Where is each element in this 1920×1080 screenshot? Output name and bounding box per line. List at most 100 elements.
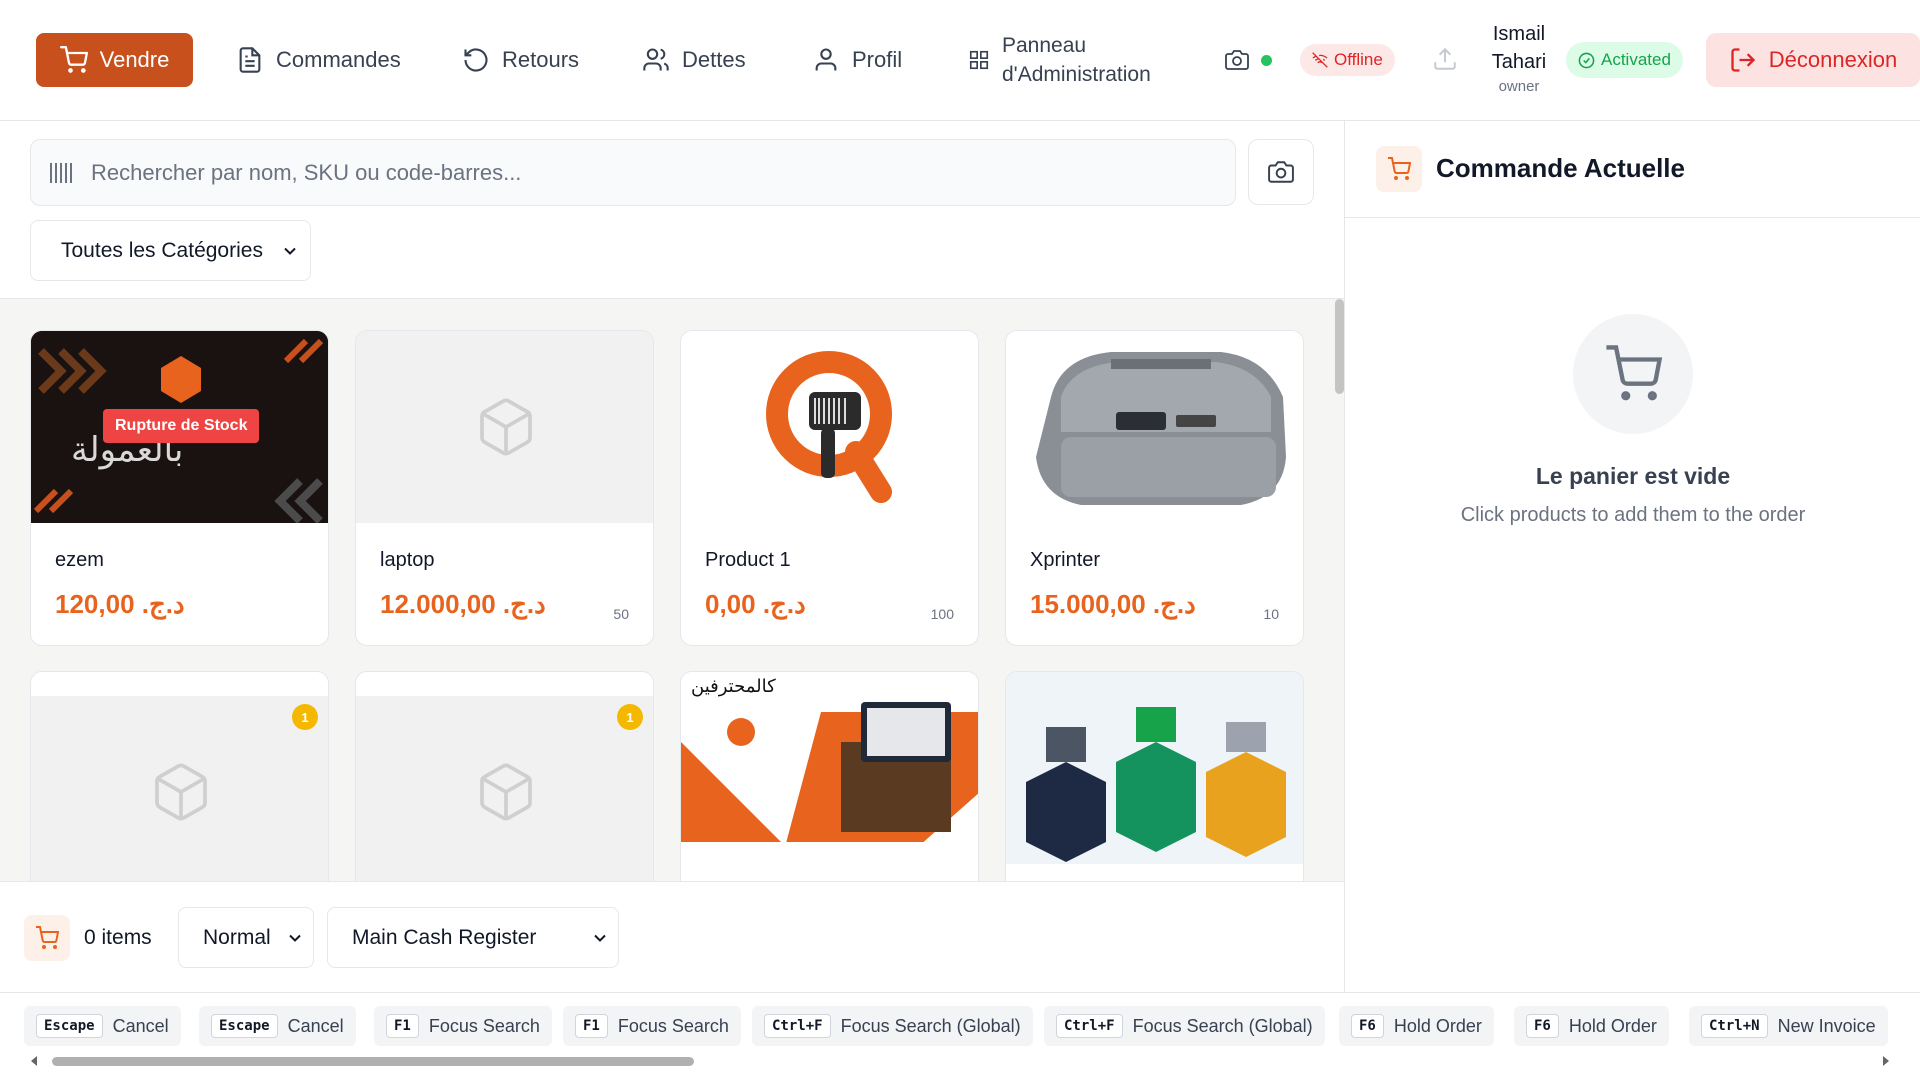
shortcut-key: F1 — [386, 1014, 419, 1038]
shortcuts-horizontal-scrollbar[interactable] — [28, 1053, 1892, 1069]
product-card[interactable] — [1005, 671, 1304, 881]
logout-button[interactable]: Déconnexion — [1706, 33, 1920, 87]
product-card[interactable]: laptop د.ج. 12.000,00 50 — [355, 330, 654, 646]
category-selected-value: Toutes les Catégories — [61, 238, 263, 262]
user-first-name: Ismail — [1492, 23, 1546, 45]
shortcut-key: F1 — [575, 1014, 608, 1038]
scroll-right-arrow-icon[interactable] — [1880, 1055, 1892, 1067]
connection-status-dot — [1261, 54, 1272, 66]
cash-register-select[interactable]: Main Cash Register — [327, 907, 619, 968]
shortcut-chip[interactable]: Ctrl+N New Invoice — [1689, 1006, 1888, 1046]
user-icon — [815, 48, 837, 71]
empty-cart-subtitle: Click products to add them to the order — [1460, 504, 1806, 526]
scroll-left-arrow-icon[interactable] — [28, 1055, 40, 1067]
upload-icon — [1434, 47, 1456, 70]
nav-retours-label: Retours — [502, 47, 580, 72]
shortcut-label: Cancel — [112, 1015, 169, 1036]
current-order-panel: Commande Actuelle Le panier est vide Cli… — [1344, 121, 1920, 992]
out-of-stock-badge: Rupture de Stock — [103, 409, 260, 443]
nav-vendre-label: Vendre — [99, 47, 170, 72]
cart-icon — [59, 46, 88, 73]
product-price: د.ج. 0,00 — [705, 589, 806, 619]
box-icon — [479, 763, 532, 821]
category-select[interactable]: Toutes les Catégories — [30, 220, 311, 281]
quantity-badge: 1 — [617, 704, 643, 730]
cart-summary-icon — [24, 915, 70, 961]
document-icon — [239, 47, 261, 73]
nav-retours-button[interactable]: Retours — [462, 33, 579, 87]
shortcut-label: Focus Search — [428, 1015, 540, 1036]
product-name: Product 1 — [705, 549, 791, 571]
product-card[interactable]: كالمحترفين — [680, 671, 979, 881]
scanner-logo-graphic — [765, 351, 892, 503]
top-navigation-bar: Vendre Commandes Retours Dettes Profil P… — [0, 0, 1920, 121]
order-type-select[interactable]: Normal — [178, 907, 314, 968]
nav-vendre-button[interactable]: Vendre — [36, 33, 193, 87]
grid-icon — [969, 50, 989, 70]
shortcut-chip[interactable]: Ctrl+F Focus Search (Global) — [1044, 1006, 1325, 1046]
user-role: owner — [1498, 78, 1540, 95]
box-icon — [479, 398, 532, 456]
product-card[interactable]: Xprinter د.ج. 15.000,00 10 — [1005, 330, 1304, 646]
shortcut-chip[interactable]: Escape Cancel — [199, 1006, 356, 1046]
product-card[interactable]: 1 — [355, 671, 654, 881]
product-image-placeholder — [31, 696, 328, 881]
empty-cart-title: Le panier est vide — [1535, 463, 1731, 489]
sync-upload-button[interactable] — [1432, 46, 1458, 77]
scan-camera-button[interactable] — [1248, 139, 1314, 205]
order-type-value: Normal — [203, 925, 271, 949]
shortcut-chip[interactable]: F6 Hold Order — [1514, 1006, 1669, 1046]
product-card[interactable]: Product 1 د.ج. 0,00 100 — [680, 330, 979, 646]
shortcut-key: Ctrl+F — [764, 1014, 831, 1038]
nav-profil-button[interactable]: Profil — [812, 33, 902, 87]
empty-cart-illustration — [1573, 314, 1693, 434]
product-card[interactable]: بالعمولة Rupture de Stock ezem د.ج. 120,… — [30, 330, 329, 646]
cart-icon — [1606, 345, 1662, 401]
product-search-box[interactable] — [30, 139, 1236, 206]
current-order-title: Commande Actuelle — [1436, 153, 1685, 183]
shortcut-chip[interactable]: F1 Focus Search — [563, 1006, 741, 1046]
shortcut-chip[interactable]: Escape Cancel — [24, 1006, 181, 1046]
shortcut-chip[interactable]: Ctrl+F Focus Search (Global) — [752, 1006, 1033, 1046]
shortcut-label: Hold Order — [1568, 1015, 1657, 1036]
product-price: د.ج. 15.000,00 — [1030, 589, 1196, 619]
product-price: د.ج. 12.000,00 — [380, 589, 546, 619]
nav-admin-panel-button[interactable]: Panneau d'Administration — [968, 31, 1151, 89]
shortcut-chip[interactable]: F1 Focus Search — [374, 1006, 552, 1046]
nav-commandes-button[interactable]: Commandes — [236, 33, 401, 87]
product-image — [1006, 331, 1303, 523]
product-stock: 100 — [930, 606, 954, 622]
shortcut-chip[interactable]: F6 Hold Order — [1339, 1006, 1494, 1046]
activated-label: Activated — [1601, 50, 1671, 69]
activated-badge: Activated — [1566, 42, 1683, 78]
cart-items-count: 0 items — [84, 926, 152, 949]
user-last-name: Tahari — [1491, 51, 1547, 73]
check-circle-icon — [1578, 52, 1595, 68]
product-stock: 50 — [613, 606, 629, 622]
undo-icon — [464, 48, 488, 72]
camera-status[interactable] — [1225, 48, 1272, 72]
logout-label: Déconnexion — [1768, 47, 1898, 72]
scrollbar-thumb[interactable] — [52, 1057, 694, 1066]
search-area: Toutes les Catégories — [0, 121, 1344, 299]
camera-icon — [1268, 161, 1294, 183]
product-image: بالعمولة Rupture de Stock — [31, 331, 328, 523]
nav-dettes-button[interactable]: Dettes — [642, 33, 746, 87]
product-panel: Toutes les Catégories بالعمولة Rupture d… — [0, 121, 1344, 1080]
nav-commandes-label: Commandes — [276, 47, 401, 72]
product-stock: 10 — [1263, 606, 1279, 622]
product-name: laptop — [380, 549, 435, 571]
keyboard-shortcuts-bar: Escape Cancel Escape Cancel F1 Focus Search… — [0, 992, 1920, 1080]
cart-icon — [36, 926, 59, 949]
product-price: د.ج. 120,00 — [55, 589, 185, 619]
product-image — [1006, 672, 1303, 864]
product-grid-scrollbar[interactable] — [1335, 299, 1344, 394]
chevron-down-icon — [284, 247, 296, 255]
product-card[interactable]: 1 — [30, 671, 329, 881]
pos-promo-graphic: كالمحترفين — [681, 672, 978, 864]
chevron-down-icon — [594, 934, 606, 942]
product-search-input[interactable] — [91, 159, 1191, 186]
camera-icon — [1225, 50, 1249, 70]
shortcut-label: New Invoice — [1777, 1015, 1876, 1036]
current-order-header: Commande Actuelle — [1345, 121, 1920, 218]
